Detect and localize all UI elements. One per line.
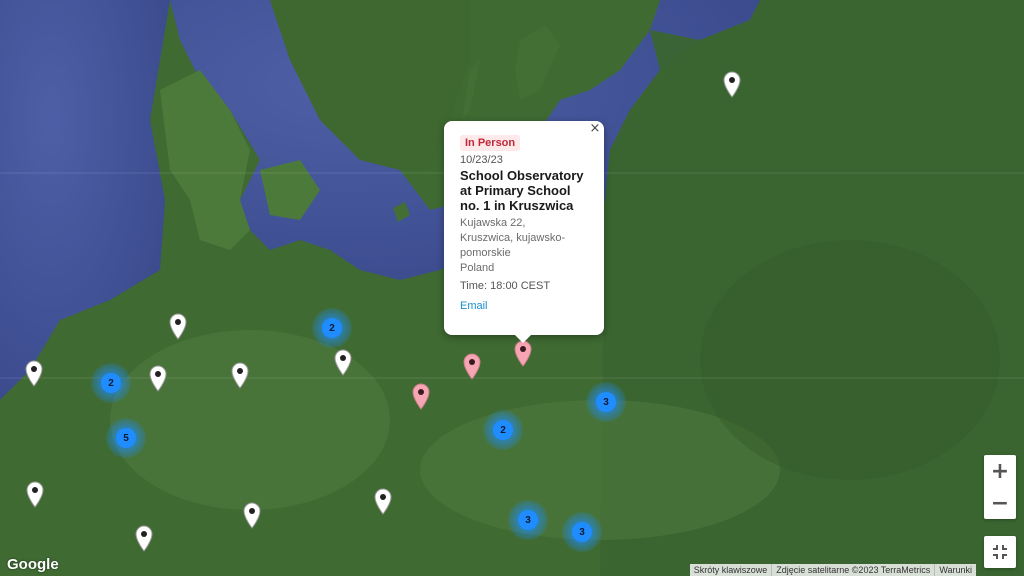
in-person-pin-icon[interactable] (512, 339, 534, 367)
event-title: School Observatory at Primary School no.… (460, 168, 584, 213)
keyboard-shortcuts-link[interactable]: Skróty klawiszowe (690, 564, 772, 576)
map-pin-icon[interactable] (372, 487, 394, 515)
in-person-pin-icon[interactable] (410, 382, 432, 410)
terms-link[interactable]: Warunki (934, 564, 976, 576)
address-city: Kruszwica, kujawsko-pomorskie (460, 232, 566, 259)
map-pin-icon[interactable] (332, 348, 354, 376)
zoom-control: + − (984, 455, 1016, 519)
event-address: Kujawska 22, Kruszwica, kujawsko-pomorsk… (460, 216, 588, 276)
map-canvas[interactable]: 2 2 5 2 3 3 3 × In Person 10/23/23 Schoo… (0, 0, 1024, 576)
cluster-count: 2 (493, 420, 513, 440)
address-street: Kujawska 22, (460, 217, 526, 229)
map-pin-icon[interactable] (147, 364, 169, 392)
event-info-window: × In Person 10/23/23 School Observatory … (444, 121, 604, 343)
imagery-credit: Zdjęcie satelitarne ©2023 TerraMetrics (771, 564, 934, 576)
address-country: Poland (460, 262, 495, 274)
zoom-in-button[interactable]: + (984, 455, 1016, 487)
map-attribution: Skróty klawiszowe Zdjęcie satelitarne ©2… (689, 564, 976, 576)
map-pin-icon[interactable] (229, 361, 251, 389)
map-pin-icon[interactable] (23, 359, 45, 387)
cluster-count: 3 (596, 392, 616, 412)
event-time: Time: 18:00 CEST (460, 280, 551, 292)
marker-cluster[interactable]: 2 (483, 410, 523, 450)
close-icon[interactable]: × (588, 122, 602, 136)
in-person-pin-icon[interactable] (461, 352, 483, 380)
marker-cluster[interactable]: 3 (586, 382, 626, 422)
event-date: 10/23/23 (460, 154, 503, 166)
cluster-count: 5 (116, 428, 136, 448)
map-pin-icon[interactable] (721, 70, 743, 98)
map-pin-icon[interactable] (24, 480, 46, 508)
marker-cluster[interactable]: 2 (312, 308, 352, 348)
map-pin-icon[interactable] (241, 501, 263, 529)
marker-cluster[interactable]: 3 (508, 500, 548, 540)
fullscreen-button[interactable] (984, 536, 1016, 568)
google-logo: Google (7, 556, 59, 573)
cluster-count: 3 (572, 522, 592, 542)
event-type-badge: In Person (460, 135, 521, 151)
zoom-out-button[interactable]: − (984, 487, 1016, 519)
map-pin-icon[interactable] (167, 312, 189, 340)
cluster-count: 3 (518, 510, 538, 530)
map-pin-icon[interactable] (133, 524, 155, 552)
marker-cluster[interactable]: 2 (91, 363, 131, 403)
email-link[interactable]: Email (460, 300, 488, 312)
cluster-count: 2 (101, 373, 121, 393)
cluster-count: 2 (322, 318, 342, 338)
marker-cluster[interactable]: 3 (562, 512, 602, 552)
fullscreen-exit-icon (993, 545, 1007, 559)
marker-cluster[interactable]: 5 (106, 418, 146, 458)
